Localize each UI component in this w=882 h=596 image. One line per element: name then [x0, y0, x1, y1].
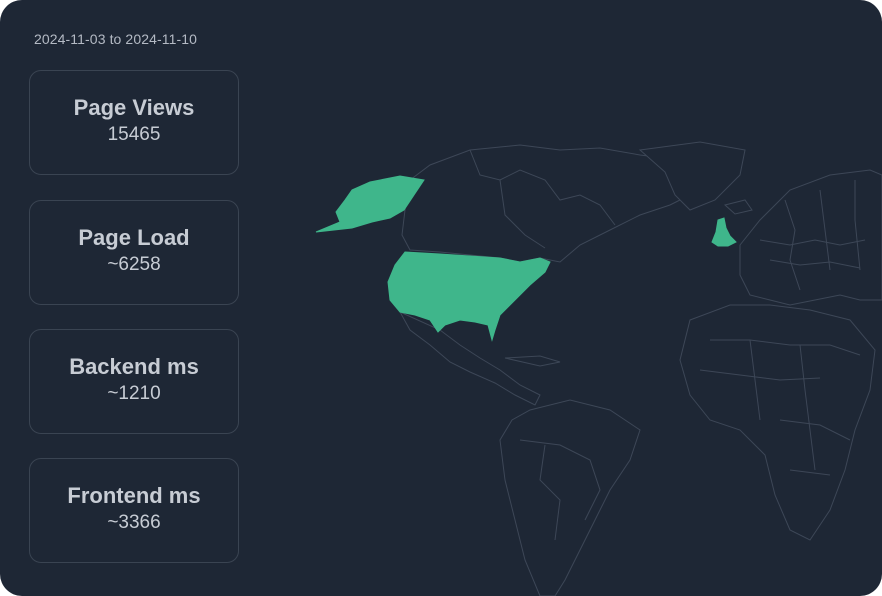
- world-map[interactable]: [300, 130, 882, 596]
- region-cuba[interactable]: [504, 355, 561, 367]
- region-south-america[interactable]: [499, 399, 641, 596]
- metric-title: Page Load: [78, 225, 190, 250]
- metric-card-backend-ms[interactable]: Backend ms ~1210: [29, 329, 239, 434]
- date-range: 2024-11-03 to 2024-11-10: [34, 31, 198, 47]
- metric-value: ~6258: [107, 254, 161, 275]
- region-europe[interactable]: [739, 169, 882, 306]
- region-africa[interactable]: [679, 304, 876, 541]
- metric-value: ~1210: [107, 383, 161, 404]
- metric-card-page-views[interactable]: Page Views 15465: [29, 70, 239, 175]
- dashboard-panel: 2024-11-03 to 2024-11-10 Page Views 1546…: [0, 0, 882, 596]
- metric-card-frontend-ms[interactable]: Frontend ms ~3366: [29, 458, 239, 563]
- region-iceland[interactable]: [723, 199, 753, 215]
- metric-title: Backend ms: [69, 354, 199, 379]
- metric-value: 15465: [107, 124, 161, 145]
- metric-title: Frontend ms: [67, 483, 201, 508]
- metric-value: ~3366: [107, 512, 161, 533]
- region-united-kingdom[interactable]: [711, 217, 737, 247]
- metric-title: Page Views: [73, 95, 195, 120]
- metric-card-page-load[interactable]: Page Load ~6258: [29, 200, 239, 305]
